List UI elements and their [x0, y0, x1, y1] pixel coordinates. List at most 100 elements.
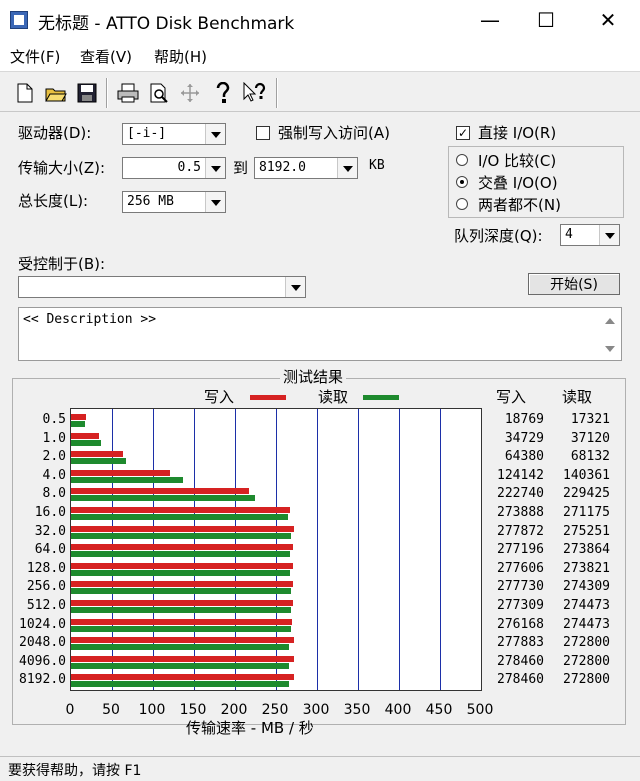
read-bar — [71, 514, 289, 520]
minimize-button[interactable]: — — [462, 0, 518, 40]
chevron-down-icon[interactable] — [205, 124, 225, 144]
force-write-checkbox[interactable] — [256, 126, 270, 140]
queue-depth-label: 队列深度(Q): — [454, 227, 543, 245]
chevron-down-icon[interactable] — [337, 158, 357, 178]
chevron-down-icon[interactable] — [205, 158, 225, 178]
write-value: 277606 — [497, 560, 544, 576]
menu-bar: 文件(F) 查看(V) 帮助(H) — [0, 40, 640, 72]
write-bar — [71, 655, 294, 662]
row-label: 2.0 — [42, 449, 66, 465]
read-bar — [71, 551, 291, 558]
read-value: 275251 — [563, 523, 610, 539]
read-bar — [71, 476, 184, 483]
transfer-size-label: 传输大小(Z): — [18, 159, 106, 177]
results-title: 测试结果 — [280, 366, 347, 387]
scroll-down-icon[interactable] — [605, 346, 615, 352]
write-bar — [71, 507, 291, 513]
x-tick-label: 0 — [65, 702, 75, 718]
controlled-by-select[interactable] — [18, 276, 306, 298]
x-tick-label: 300 — [302, 702, 330, 718]
drive-value: [-i-] — [127, 126, 167, 141]
close-button[interactable]: ✕ — [580, 0, 636, 40]
write-column-header: 写入 — [496, 388, 527, 406]
description-textarea[interactable]: << Description >> — [18, 307, 622, 361]
new-file-icon[interactable] — [10, 78, 40, 108]
read-value: 37120 — [570, 430, 610, 446]
legend-read-label: 读取 — [318, 388, 349, 406]
write-bar — [71, 562, 294, 569]
chevron-down-icon[interactable] — [285, 277, 305, 297]
x-tick-label: 250 — [261, 702, 289, 718]
drive-label: 驱动器(D): — [18, 124, 92, 142]
read-bar — [71, 662, 290, 669]
print-preview-icon[interactable] — [144, 78, 174, 108]
read-bar — [71, 681, 290, 688]
chevron-down-icon[interactable] — [205, 192, 225, 212]
chevron-down-icon[interactable] — [599, 225, 619, 245]
print-icon[interactable] — [113, 78, 143, 108]
title-bar: 无标题 - ATTO Disk Benchmark — ☐ ✕ — [0, 0, 640, 40]
x-tick-label: 200 — [220, 702, 248, 718]
queue-depth-select[interactable]: 4 — [560, 224, 620, 246]
total-length-select[interactable]: 256 MB — [122, 191, 226, 213]
write-bar — [71, 581, 294, 588]
transfer-to-select[interactable]: 8192.0 — [254, 157, 358, 179]
app-icon — [10, 11, 28, 29]
maximize-button[interactable]: ☐ — [518, 0, 574, 40]
write-bar — [71, 469, 171, 476]
window-title: 无标题 - ATTO Disk Benchmark — [38, 14, 295, 34]
toolbar-separator — [106, 78, 108, 108]
row-label: 4.0 — [42, 467, 66, 483]
x-tick-label: 150 — [179, 702, 207, 718]
toolbar-separator — [276, 78, 278, 108]
read-value: 274309 — [563, 579, 610, 595]
read-value: 274473 — [563, 616, 610, 632]
neither-radio[interactable] — [456, 198, 468, 210]
write-value: 278460 — [497, 653, 544, 669]
read-value: 272800 — [563, 635, 610, 651]
write-bar — [71, 637, 294, 644]
write-value: 18769 — [504, 412, 544, 427]
force-write-label: 强制写入访问(A) — [278, 124, 390, 142]
write-bar — [71, 414, 87, 420]
open-folder-icon[interactable] — [41, 78, 71, 108]
io-compare-radio[interactable] — [456, 154, 468, 166]
legend-read-swatch — [363, 395, 399, 400]
write-bar — [71, 674, 294, 681]
transfer-from-select[interactable]: 0.5 — [122, 157, 226, 179]
x-tick-label: 500 — [466, 702, 494, 718]
row-label: 64.0 — [34, 542, 66, 558]
overlapped-io-radio[interactable] — [456, 176, 468, 188]
to-label: 到 — [233, 159, 249, 177]
context-help-icon[interactable] — [240, 78, 270, 108]
write-value: 276168 — [497, 616, 544, 632]
start-button[interactable]: 开始(S) — [528, 273, 620, 295]
menu-file[interactable]: 文件(F) — [10, 46, 60, 67]
write-bar — [71, 432, 99, 439]
read-value: 272800 — [563, 653, 610, 669]
move-icon[interactable] — [175, 78, 205, 108]
read-bar — [71, 532, 292, 539]
menu-help[interactable]: 帮助(H) — [154, 46, 207, 67]
row-label: 1024.0 — [19, 616, 66, 632]
row-label: 2048.0 — [19, 635, 66, 651]
scroll-up-icon[interactable] — [605, 318, 615, 324]
write-value: 277883 — [497, 635, 544, 651]
read-bar — [71, 421, 85, 427]
read-value: 229425 — [563, 486, 610, 502]
read-value: 140361 — [563, 467, 610, 483]
row-label: 8192.0 — [19, 672, 66, 688]
write-bar — [71, 488, 250, 495]
menu-view[interactable]: 查看(V) — [80, 46, 132, 67]
read-bar — [71, 607, 291, 613]
save-icon[interactable] — [72, 78, 102, 108]
overlapped-io-label: 交叠 I/O(O) — [478, 174, 558, 192]
direct-io-checkbox[interactable]: ✓ — [456, 126, 470, 140]
direct-io-label: 直接 I/O(R) — [478, 124, 557, 142]
drive-select[interactable]: [-i-] — [122, 123, 226, 145]
x-axis-label: 传输速率 - MB / 秒 — [186, 719, 314, 737]
row-label: 0.5 — [42, 412, 66, 427]
read-value: 271175 — [563, 505, 610, 520]
help-icon[interactable] — [208, 78, 238, 108]
toolbar — [0, 72, 640, 112]
